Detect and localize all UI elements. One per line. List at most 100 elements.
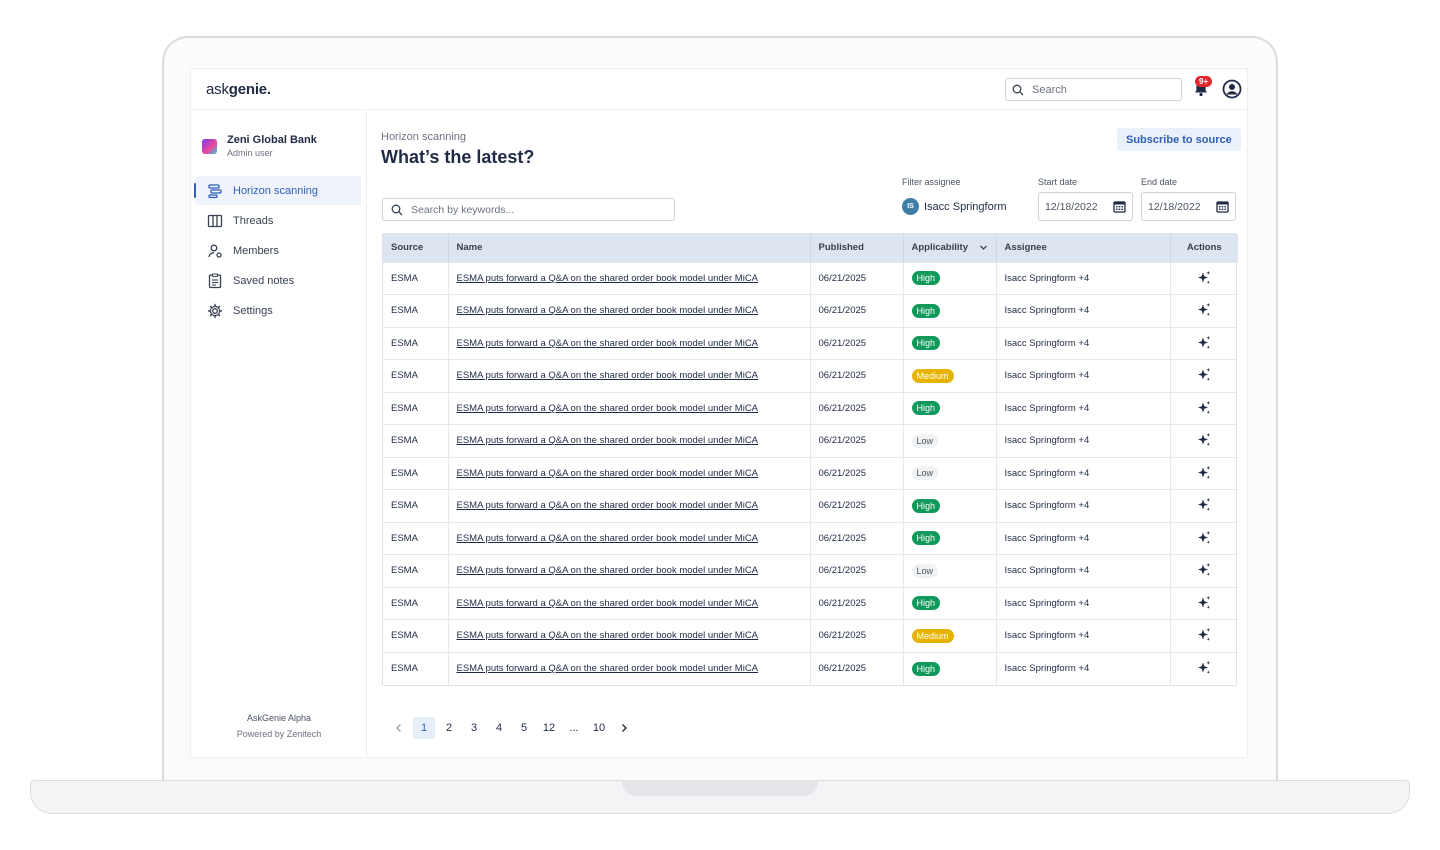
ai-sparkle-button[interactable]	[1194, 495, 1214, 515]
chevron-down-icon[interactable]	[979, 243, 988, 252]
cell-assignee[interactable]: Isacc Springform +4	[996, 359, 1171, 392]
cell-assignee[interactable]: Isacc Springform +4	[996, 586, 1171, 620]
sidebar-item-settings[interactable]: Settings	[195, 296, 361, 325]
ai-sparkle-button[interactable]	[1194, 300, 1214, 320]
cell-assignee[interactable]: Isacc Springform +4	[996, 326, 1171, 360]
org-switcher[interactable]: Zeni Global Bank Admin user	[202, 134, 317, 158]
pagination-next[interactable]	[613, 717, 635, 739]
ai-sparkle-button[interactable]	[1194, 268, 1214, 288]
cell-assignee[interactable]: Isacc Springform +4	[996, 294, 1171, 327]
pagination-page[interactable]: 4	[488, 717, 510, 739]
applicability-badge: High	[911, 336, 941, 351]
ai-sparkle-button[interactable]	[1194, 593, 1214, 613]
cell-assignee[interactable]: Isacc Springform +4	[996, 261, 1171, 295]
table-row[interactable]: ESMA ESMA puts forward a Q&A on the share…	[383, 456, 1238, 490]
article-link[interactable]: ESMA puts forward a Q&A on the shared or…	[457, 338, 759, 349]
column-header-assignee[interactable]: Assignee	[996, 234, 1171, 262]
cell-source: ESMA	[383, 261, 449, 295]
article-link[interactable]: ESMA puts forward a Q&A on the shared or…	[457, 370, 759, 381]
article-link[interactable]: ESMA puts forward a Q&A on the shared or…	[457, 500, 759, 511]
article-link[interactable]: ESMA puts forward a Q&A on the shared or…	[457, 565, 759, 576]
cell-assignee[interactable]: Isacc Springform +4	[996, 651, 1171, 685]
table-row[interactable]: ESMA ESMA puts forward a Q&A on the share…	[383, 651, 1238, 685]
ai-sparkle-button[interactable]	[1194, 463, 1214, 483]
ai-sparkle-button[interactable]	[1194, 625, 1214, 645]
table-row[interactable]: ESMA ESMA puts forward a Q&A on the share…	[383, 424, 1238, 457]
cell-assignee[interactable]: Isacc Springform +4	[996, 619, 1171, 652]
table-row[interactable]: ESMA ESMA puts forward a Q&A on the share…	[383, 359, 1238, 392]
sidebar-item-horizon-scanning[interactable]: Horizon scanning	[194, 176, 361, 205]
cell-actions	[1170, 326, 1238, 360]
sparkle-icon	[1198, 628, 1211, 642]
ai-sparkle-button[interactable]	[1194, 430, 1214, 450]
cell-applicability: High	[903, 521, 997, 555]
end-date-input[interactable]: 12/18/2022	[1141, 192, 1236, 221]
table-row[interactable]: ESMA ESMA puts forward a Q&A on the share…	[383, 261, 1238, 295]
keyword-search-input[interactable]: Search by keywords...	[382, 198, 675, 221]
app-logo[interactable]: askgenie.	[206, 81, 271, 98]
cell-name: ESMA puts forward a Q&A on the shared or…	[448, 359, 811, 392]
column-header-name[interactable]: Name	[448, 234, 811, 262]
sidebar-item-threads[interactable]: Threads	[195, 206, 361, 235]
global-search-input[interactable]: Search	[1005, 78, 1182, 101]
article-link[interactable]: ESMA puts forward a Q&A on the shared or…	[457, 598, 759, 609]
cell-assignee[interactable]: Isacc Springform +4	[996, 391, 1171, 425]
cell-assignee[interactable]: Isacc Springform +4	[996, 489, 1171, 522]
global-search-placeholder: Search	[1032, 83, 1067, 96]
table-row[interactable]: ESMA ESMA puts forward a Q&A on the share…	[383, 619, 1238, 652]
applicability-badge: High	[911, 303, 941, 318]
table-row[interactable]: ESMA ESMA puts forward a Q&A on the share…	[383, 586, 1238, 620]
table-row[interactable]: ESMA ESMA puts forward a Q&A on the share…	[383, 391, 1238, 425]
cell-published: 06/21/2025	[810, 326, 904, 360]
pagination-page[interactable]: 1	[413, 717, 435, 739]
applicability-badge: Medium	[911, 628, 954, 643]
cell-assignee[interactable]: Isacc Springform +4	[996, 456, 1171, 490]
pagination-pages: 1 2 3 4 5 12... 10	[413, 717, 613, 739]
article-link[interactable]: ESMA puts forward a Q&A on the shared or…	[457, 305, 759, 316]
column-header-applicability[interactable]: Applicability	[903, 234, 997, 262]
user-avatar-icon[interactable]	[1222, 79, 1242, 99]
table-row[interactable]: ESMA ESMA puts forward a Q&A on the share…	[383, 489, 1238, 522]
ai-sparkle-button[interactable]	[1194, 528, 1214, 548]
pagination-page[interactable]: 5	[513, 717, 535, 739]
sidebar-item-saved-notes[interactable]: Saved notes	[195, 266, 361, 295]
article-link[interactable]: ESMA puts forward a Q&A on the shared or…	[457, 435, 759, 446]
pagination-prev[interactable]	[388, 717, 410, 739]
article-link[interactable]: ESMA puts forward a Q&A on the shared or…	[457, 630, 759, 641]
cell-assignee[interactable]: Isacc Springform +4	[996, 521, 1171, 555]
calendar-icon[interactable]	[1113, 200, 1126, 213]
table-row[interactable]: ESMA ESMA puts forward a Q&A on the share…	[383, 554, 1238, 587]
ai-sparkle-button[interactable]	[1194, 398, 1214, 418]
table-row[interactable]: ESMA ESMA puts forward a Q&A on the share…	[383, 326, 1238, 360]
cell-assignee[interactable]: Isacc Springform +4	[996, 554, 1171, 587]
assignee-filter[interactable]: IS Isacc Springform	[902, 198, 1007, 215]
article-link[interactable]: ESMA puts forward a Q&A on the shared or…	[457, 533, 759, 544]
applicability-badge: High	[911, 401, 941, 416]
ai-sparkle-button[interactable]	[1194, 333, 1214, 353]
cell-name: ESMA puts forward a Q&A on the shared or…	[448, 424, 811, 457]
column-header-actions: Actions	[1170, 234, 1238, 262]
search-icon	[1012, 84, 1024, 95]
pagination-page[interactable]: 2	[438, 717, 460, 739]
table-row[interactable]: ESMA ESMA puts forward a Q&A on the share…	[383, 294, 1238, 327]
article-link[interactable]: ESMA puts forward a Q&A on the shared or…	[457, 273, 759, 284]
pagination-page[interactable]: 12	[538, 717, 560, 739]
article-link[interactable]: ESMA puts forward a Q&A on the shared or…	[457, 468, 759, 479]
table-row[interactable]: ESMA ESMA puts forward a Q&A on the share…	[383, 521, 1238, 555]
ai-sparkle-button[interactable]	[1194, 560, 1214, 580]
cell-assignee[interactable]: Isacc Springform +4	[996, 424, 1171, 457]
start-date-input[interactable]: 12/18/2022	[1038, 192, 1133, 221]
article-link[interactable]: ESMA puts forward a Q&A on the shared or…	[457, 403, 759, 414]
pagination-page[interactable]: 10	[588, 717, 610, 739]
pagination-page[interactable]: 3	[463, 717, 485, 739]
calendar-icon[interactable]	[1216, 200, 1229, 213]
column-header-source[interactable]: Source	[383, 234, 449, 262]
column-header-published[interactable]: Published	[810, 234, 904, 262]
subscribe-to-source-button[interactable]: Subscribe to source	[1117, 128, 1241, 151]
article-link[interactable]: ESMA puts forward a Q&A on the shared or…	[457, 663, 759, 674]
ai-sparkle-button[interactable]	[1194, 658, 1214, 678]
ai-sparkle-button[interactable]	[1194, 365, 1214, 385]
sidebar-item-members[interactable]: Members	[195, 236, 361, 265]
cell-name: ESMA puts forward a Q&A on the shared or…	[448, 456, 811, 490]
cell-source: ESMA	[383, 424, 449, 457]
